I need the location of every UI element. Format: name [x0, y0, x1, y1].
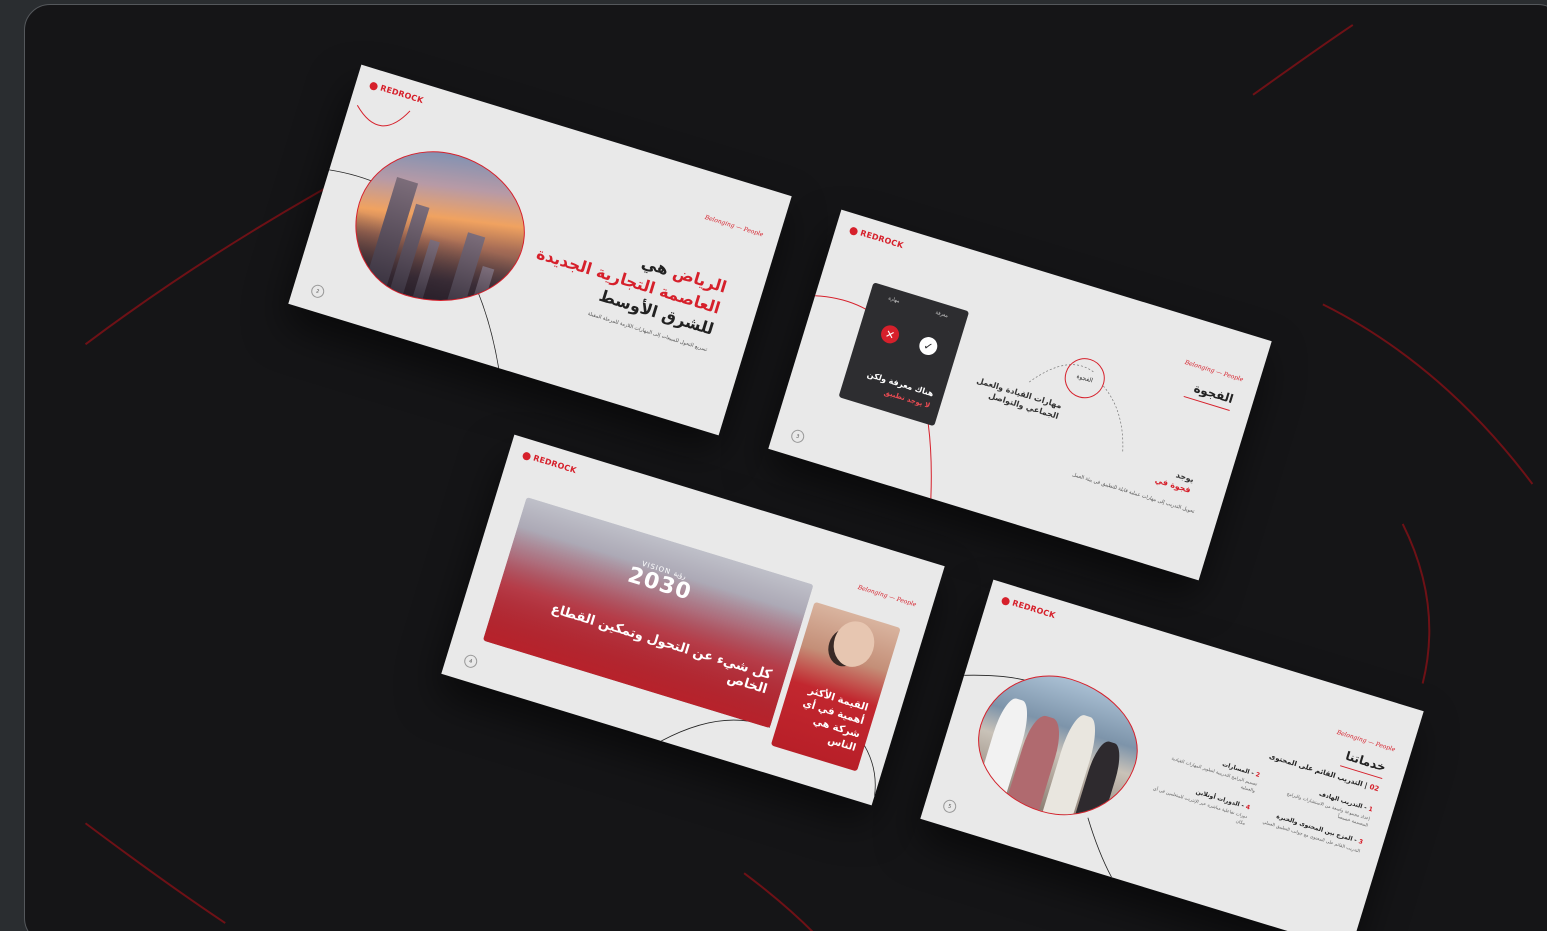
logo-mark-icon	[848, 225, 859, 236]
check-icon: ✓	[917, 334, 940, 358]
people-card-text: القيمة الأكثر أهمية في أي شركة هي الناس	[801, 685, 870, 754]
service-number: 4	[1244, 803, 1251, 812]
person-photo	[828, 616, 880, 672]
showcase-frame: REDROCK Belonging — People الرياض هي الع…	[24, 4, 1547, 931]
knowledge-label: معرفة	[934, 309, 949, 320]
service-number: 2	[1254, 771, 1261, 779]
skill-label: مهارة	[887, 295, 901, 305]
logo-mark-icon	[1000, 595, 1011, 606]
vision-2030-logo: VISION رؤية 2030	[624, 557, 696, 606]
vision-year: 2030	[624, 562, 695, 606]
logo-mark-icon	[521, 450, 532, 461]
logo-mark-icon	[368, 80, 379, 91]
cross-icon: ✕	[878, 323, 902, 346]
